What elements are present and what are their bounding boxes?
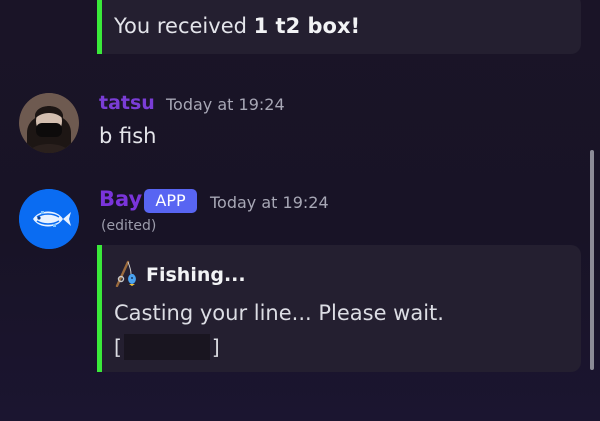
message-timestamp: Today at 19:24 [166,95,285,114]
username-bay[interactable]: Bay [99,187,142,211]
embed-description: Casting your line... Please wait. [114,301,444,325]
edited-label: (edited) [101,218,157,234]
app-badge: APP [144,189,197,213]
embed-title: Fishing... [114,259,246,288]
reward-embed-bold: 1 t2 box! [253,14,361,38]
avatar-bay[interactable] [19,189,79,249]
fishing-rod-icon [114,259,144,288]
scrollbar[interactable] [590,150,594,370]
reward-embed-text: You received 1 t2 box! [114,14,361,38]
progress-indicator: [ ] [114,334,220,360]
message-timestamp: Today at 19:24 [210,193,329,212]
fishing-embed: Fishing... Casting your line... Please w… [97,245,581,372]
chat-view: You received 1 t2 box! tatsu Today at 19… [0,0,600,421]
progress-bar-track [123,334,210,360]
avatar-image [19,93,79,153]
avatar-tatsu[interactable] [19,93,79,153]
progress-right-bracket: ] [211,335,220,359]
embed-title-text: Fishing... [146,264,246,286]
reward-embed: You received 1 t2 box! [97,0,581,54]
message-content: b fish [99,124,157,148]
username-tatsu[interactable]: tatsu [99,92,155,114]
progress-left-bracket: [ [114,335,122,359]
fish-logo-icon [19,189,79,249]
